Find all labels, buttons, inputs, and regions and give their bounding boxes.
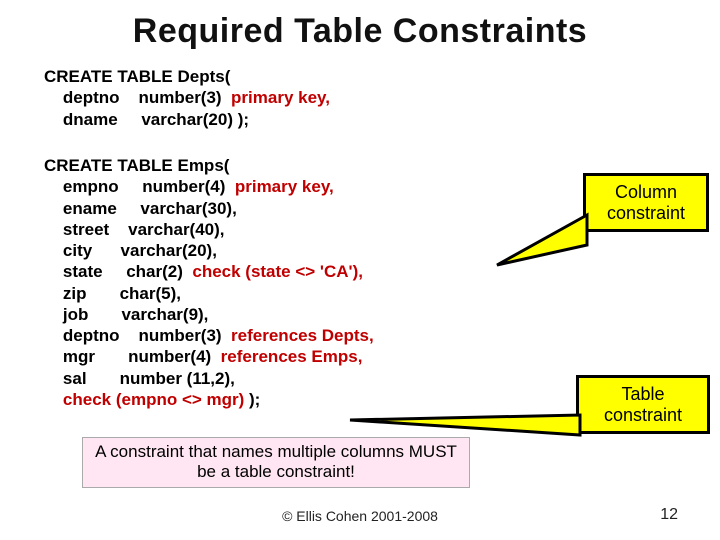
t: varchar(20), xyxy=(121,241,217,260)
callout-tail-icon xyxy=(497,215,597,275)
t: state xyxy=(63,262,103,281)
t: number(3) xyxy=(138,88,221,107)
t: varchar(30), xyxy=(140,199,236,218)
t: number(3) xyxy=(138,326,221,345)
code-depts: CREATE TABLE Depts( deptno number(3) pri… xyxy=(44,66,330,130)
t: dname xyxy=(63,110,118,129)
t: Column constraint xyxy=(607,182,685,223)
t: zip xyxy=(63,284,87,303)
t: deptno xyxy=(63,326,120,345)
t: Table constraint xyxy=(604,384,682,425)
t: empno xyxy=(63,177,119,196)
t: check (empno <> mgr) xyxy=(63,390,244,409)
t: primary key, xyxy=(235,177,334,196)
slide: Required Table Constraints CREATE TABLE … xyxy=(0,0,720,540)
callout-table-constraint: Table constraint xyxy=(576,375,710,434)
t: number(4) xyxy=(128,347,211,366)
page-number: 12 xyxy=(660,506,678,524)
t: varchar(9), xyxy=(121,305,208,324)
t: check (state <> 'CA'), xyxy=(192,262,363,281)
t: primary key, xyxy=(231,88,330,107)
t: CREATE TABLE Emps( xyxy=(44,156,229,175)
footer-copyright: © Ellis Cohen 2001-2008 xyxy=(0,508,720,524)
page-title: Required Table Constraints xyxy=(0,12,720,51)
t: street xyxy=(63,220,109,239)
t: char(2) xyxy=(126,262,183,281)
t: ); xyxy=(244,390,260,409)
code-emps: CREATE TABLE Emps( empno number(4) prima… xyxy=(44,155,374,410)
t: mgr xyxy=(63,347,95,366)
t: varchar(40), xyxy=(128,220,224,239)
t: job xyxy=(63,305,89,324)
t: CREATE TABLE Depts( xyxy=(44,67,230,86)
t: references Depts, xyxy=(231,326,374,345)
t: A constraint that names multiple columns… xyxy=(95,442,457,481)
t: sal xyxy=(63,369,87,388)
t: number(4) xyxy=(142,177,225,196)
t: deptno xyxy=(63,88,120,107)
callout-column-constraint: Column constraint xyxy=(583,173,709,232)
t: references Emps, xyxy=(221,347,363,366)
t: city xyxy=(63,241,92,260)
t: ename xyxy=(63,199,117,218)
t: number (11,2), xyxy=(120,369,235,388)
t: char(5), xyxy=(120,284,181,303)
note-box: A constraint that names multiple columns… xyxy=(82,437,470,488)
t: varchar(20) ); xyxy=(141,110,249,129)
